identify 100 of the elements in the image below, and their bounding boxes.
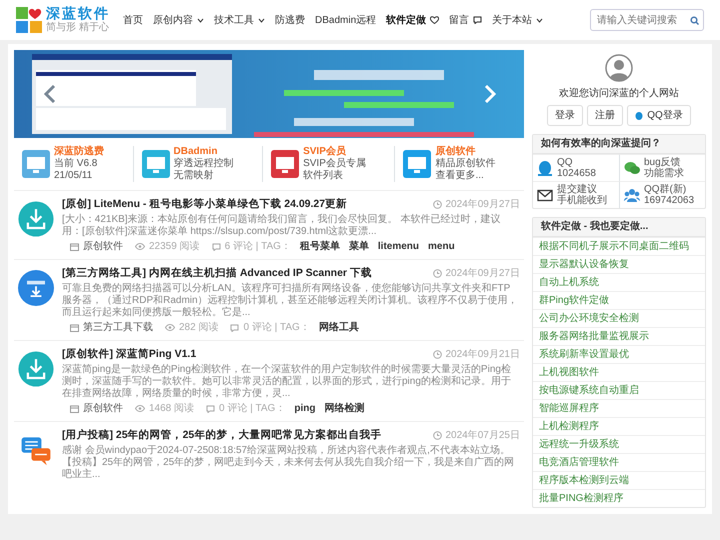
avatar-icon	[605, 54, 633, 82]
feature-text: 软件列表	[303, 170, 344, 182]
monitor-icon[interactable]	[403, 150, 432, 178]
article-date: 2024年07月25日	[446, 429, 520, 443]
tag-link[interactable]: litemenu	[378, 240, 420, 253]
login-button[interactable]: QQ登录	[627, 105, 691, 126]
clock-icon	[432, 431, 442, 440]
comment-count: 0 评论 | TAG：	[219, 402, 286, 415]
search-icon[interactable]	[690, 16, 699, 24]
folder-icon	[70, 324, 79, 332]
folder-icon	[70, 242, 79, 250]
tag-link[interactable]: 租号菜单	[300, 240, 340, 253]
feature-text: 穿透远程控制	[174, 158, 234, 170]
article-date: 2024年09月21日	[446, 348, 520, 362]
login-button[interactable]: 登录	[547, 105, 584, 126]
nav-link[interactable]: 防逃费	[270, 12, 310, 28]
article-category[interactable]: 原创软件	[83, 240, 123, 253]
eye-icon	[135, 243, 145, 250]
eye-icon	[165, 324, 175, 331]
list-link[interactable]: 根据不同机子展示不同桌面二维码	[533, 237, 705, 255]
list-link[interactable]: 批量PING检测程序	[533, 489, 705, 507]
monitor-icon[interactable]	[271, 150, 300, 178]
list-link[interactable]: 显示器默认设备恢复	[533, 255, 705, 273]
caret-icon	[536, 18, 544, 22]
nav-link[interactable]: 软件定做	[381, 12, 444, 28]
feature-text: 无需映射	[174, 170, 215, 182]
logo-icon[interactable]	[16, 6, 42, 33]
contact-value: 手机能收到	[557, 195, 607, 206]
list-link[interactable]: 上机检测程序	[533, 417, 705, 435]
article-date: 2024年09月27日	[446, 198, 520, 212]
welcome-text: 欢迎您访问深蓝的个人网站	[559, 86, 679, 101]
card-title: 如何有效率的向深蓝提问？	[533, 135, 705, 154]
article-title[interactable]: [原创软件] 深蓝简Ping V1.1	[62, 347, 196, 362]
logo-slogan: 简与形 精于心	[46, 22, 110, 34]
article-title[interactable]: [第三方网络工具] 内网在线主机扫描 Advanced IP Scanner 下载	[62, 266, 372, 281]
download-icon[interactable]	[18, 201, 54, 237]
monitor-icon[interactable]	[142, 150, 170, 178]
tag-link[interactable]: ping	[294, 402, 316, 415]
feature-text: 查看更多...	[435, 170, 485, 182]
list-link[interactable]: 系统刷新率设置最优	[533, 345, 705, 363]
list-link[interactable]: 电竞酒店管理软件	[533, 453, 705, 471]
nav-link[interactable]: DBadmin远程	[310, 12, 382, 28]
list-link[interactable]: 按电源键系统自动重启	[533, 381, 705, 399]
article-category[interactable]: 第三方工具下载	[83, 321, 153, 334]
comment-icon	[206, 404, 216, 412]
login-button[interactable]: 注册	[587, 105, 624, 126]
feature-text: 当前 V6.8	[54, 158, 98, 170]
article-excerpt: [大小：421KB]来源：本站原创有任何问题请给我们留言，我们会尽快回复。 本软件已经过时，建议用：[原创软件]深蓝迷你菜单 https://slsup.com/post/739.html这款更漂...	[62, 214, 502, 238]
contact-label: QQ	[557, 157, 574, 168]
folder-icon	[70, 404, 79, 412]
monitor-icon[interactable]	[22, 150, 50, 178]
nav-link[interactable]: 留言	[444, 12, 488, 28]
view-count: 1468 阅读	[149, 402, 194, 415]
article-excerpt: 深蓝简ping是一款绿色的Ping检测软件，在一个深蓝软件的用户定制软件的时候需要大量灵活的Ping检测时，深蓝随手写的一款软件。她可以非常灵活的配置，以界面的形式，进行ping的检测和记录。用于在排查网络故障，网络质量的时候，非常方便，灵...	[62, 364, 512, 400]
mail-icon[interactable]	[537, 187, 553, 203]
chat-icon	[473, 16, 482, 24]
tag-link[interactable]: 菜单	[348, 240, 369, 253]
article-category[interactable]: 原创软件	[83, 402, 123, 415]
contact-value: 功能需求	[644, 168, 684, 179]
article-excerpt: 可靠且免费的网络扫描器可以分析LAN。该程序可扫描所有网络设备，使您能够访问共享文件夹和FTP服务器，（通过RDP和Radmin）远程控制计算机，甚至还能够远程关闭计算机。该程序不仅易于使用，而且运行起来如同便携版一般轻松。它是...	[62, 283, 519, 319]
comment-count: 6 评论 | TAG：	[224, 240, 291, 253]
logo-title[interactable]: 深蓝软件	[46, 6, 110, 22]
article-title[interactable]: [用户投稿] 25年的网管，25年的梦，大量网吧常见方案都出自我手	[62, 428, 382, 443]
group-icon[interactable]	[624, 187, 640, 203]
wechat-icon[interactable]	[624, 160, 640, 176]
nav-link[interactable]: 原创内容	[148, 12, 209, 28]
list-link[interactable]: 公司办公环境安全检测	[533, 309, 705, 327]
contact-value: 1024658	[557, 168, 596, 179]
previous-slide-icon[interactable]	[44, 85, 56, 103]
nav-link[interactable]: 技术工具	[209, 12, 270, 28]
article-excerpt: 感谢 会员windypao于2024-07-2508:18:57给深蓝网站投稿，所述内容代表作者观点,不代表本站立场。【投稿】25年的网管，25年的梦，网吧走到今天，未来何去何从我先自我介绍一下，我是来自广西的网吧业主...	[62, 445, 516, 481]
list-link[interactable]: 远程统一升级系统	[533, 435, 705, 453]
feature-text: 21/05/11	[54, 170, 94, 182]
nav-link[interactable]: 首页	[118, 12, 148, 28]
clock-icon	[432, 269, 442, 278]
download-icon[interactable]	[18, 351, 54, 387]
list-link[interactable]: 智能巡屏程序	[533, 399, 705, 417]
comment-icon	[230, 324, 240, 332]
view-count: 282 阅读	[179, 321, 218, 334]
list-link[interactable]: 自动上机系统	[533, 273, 705, 291]
comment-icon	[212, 242, 221, 250]
contact-label: 提交建议	[557, 184, 598, 195]
next-slide-icon[interactable]	[484, 85, 496, 103]
eye-icon	[135, 405, 145, 412]
clock-icon	[432, 350, 442, 359]
list-link[interactable]: 服务器网络批量监视展示	[533, 327, 705, 345]
list-link[interactable]: 群Ping软件定做	[533, 291, 705, 309]
download-icon[interactable]	[18, 270, 54, 306]
tag-link[interactable]: menu	[428, 240, 455, 253]
clock-icon	[432, 200, 442, 209]
feature-text: 精品原创软件	[435, 158, 496, 170]
caret-icon	[258, 18, 265, 22]
comment-count: 0 评论 | TAG：	[243, 321, 310, 334]
list-link[interactable]: 上机视图软件	[533, 363, 705, 381]
article-title[interactable]: [原创] LiteMenu - 租号电影等小菜单绿色下载 24.09.27更新	[62, 197, 348, 212]
nav-link[interactable]: 关于本站	[487, 12, 548, 28]
tag-link[interactable]: 网络检测	[324, 402, 364, 415]
search-box[interactable]: 请输入关键词搜索	[590, 9, 704, 31]
list-link[interactable]: 程序版本检测到云端	[533, 471, 705, 489]
tag-link[interactable]: 网络工具	[318, 321, 359, 334]
